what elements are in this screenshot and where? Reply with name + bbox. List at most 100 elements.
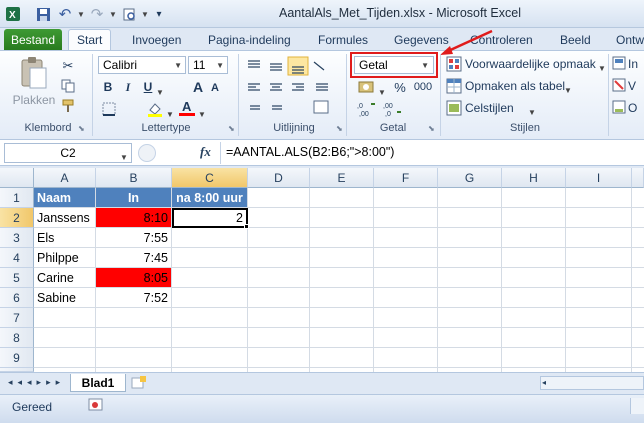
row-header-3[interactable]: 3 <box>0 228 34 248</box>
borders-icon[interactable] <box>100 100 118 118</box>
column-header-e[interactable]: E <box>310 168 374 188</box>
format-cells-icon[interactable] <box>612 100 626 114</box>
macro-record-icon[interactable] <box>88 398 104 412</box>
cell-b2[interactable]: 8:10 <box>96 208 172 228</box>
new-sheet-icon[interactable] <box>130 376 146 390</box>
chevron-down-icon[interactable]: ▼ <box>598 60 606 74</box>
conditional-formatting-icon[interactable] <box>446 56 462 72</box>
conditional-formatting-button[interactable]: Voorwaardelijke opmaak <box>465 56 596 72</box>
column-header-g[interactable]: G <box>438 168 502 188</box>
cell-b4[interactable]: 7:45 <box>96 248 172 268</box>
paste-button[interactable]: Plakken <box>12 93 56 107</box>
underline-button[interactable]: U <box>140 78 156 96</box>
row-header-7[interactable]: 7 <box>0 308 34 328</box>
insert-cells-icon[interactable] <box>612 56 626 70</box>
format-as-table-icon[interactable] <box>446 78 462 94</box>
chevron-down-icon[interactable]: ▼ <box>564 82 572 96</box>
dialog-launcher-icon[interactable]: ⬊ <box>228 124 235 133</box>
insert-cells-button[interactable]: In <box>628 56 638 72</box>
chevron-down-icon[interactable]: ▼ <box>156 84 164 98</box>
tab-design[interactable]: Ontw <box>608 29 644 50</box>
font-color-button[interactable]: A <box>178 98 196 118</box>
formula-bar-handle[interactable] <box>138 144 156 162</box>
increase-decimal-icon[interactable]: ,0,00 <box>356 100 378 118</box>
cell-a1[interactable]: Naam <box>34 188 96 208</box>
italic-button[interactable]: I <box>120 78 136 96</box>
decrease-decimal-icon[interactable]: ,00,0 <box>382 100 404 118</box>
fill-handle[interactable] <box>244 224 249 229</box>
chevron-down-icon[interactable]: ▼ <box>166 106 174 120</box>
format-cells-button[interactable]: O <box>628 100 637 116</box>
copy-icon[interactable] <box>60 78 76 94</box>
row-header-5[interactable]: 5 <box>0 268 34 288</box>
tab-insert[interactable]: Invoegen <box>124 29 189 50</box>
format-as-table-button[interactable]: Opmaken als tabel <box>465 78 565 94</box>
font-name-combo[interactable]: Calibri ▼ <box>98 56 186 74</box>
cell-styles-icon[interactable] <box>446 100 462 116</box>
percent-button[interactable]: % <box>392 78 408 96</box>
row-header-4[interactable]: 4 <box>0 248 34 268</box>
bold-button[interactable]: B <box>100 78 116 96</box>
sheet-nav-arrows-icon[interactable]: ◂◂◂▸▸▸ <box>8 377 65 388</box>
dialog-launcher-icon[interactable]: ⬊ <box>78 124 85 133</box>
cell-b5[interactable]: 8:05 <box>96 268 172 288</box>
column-header-j[interactable] <box>632 168 644 188</box>
column-header-c[interactable]: C <box>172 168 248 188</box>
cell-a5[interactable]: Carine <box>34 268 96 288</box>
column-header-h[interactable]: H <box>502 168 566 188</box>
save-icon[interactable] <box>34 5 52 23</box>
tab-start[interactable]: Start <box>68 29 112 50</box>
chevron-down-icon[interactable]: ▼ <box>120 149 128 163</box>
format-painter-icon[interactable] <box>60 98 76 114</box>
svg-text:,00: ,00 <box>383 103 393 110</box>
dialog-launcher-icon[interactable]: ⬊ <box>336 124 343 133</box>
sheet-tab-blad1[interactable]: Blad1 <box>70 374 126 392</box>
thousands-button[interactable]: 000 <box>412 78 434 96</box>
cell-c2-selected[interactable]: 2 <box>172 208 248 228</box>
dialog-launcher-icon[interactable]: ⬊ <box>428 124 435 133</box>
delete-cells-button[interactable]: V <box>628 78 636 94</box>
tab-file[interactable]: Bestand <box>4 29 62 50</box>
tab-view[interactable]: Beeld <box>552 29 599 50</box>
customize-qat-icon[interactable]: ▾ <box>150 5 168 23</box>
cell-b6[interactable]: 7:52 <box>96 288 172 308</box>
shrink-font-button[interactable]: A <box>208 80 222 96</box>
horizontal-scrollbar[interactable] <box>540 376 644 390</box>
chevron-down-icon[interactable]: ▼ <box>528 104 536 118</box>
column-header-a[interactable]: A <box>34 168 96 188</box>
select-all-button[interactable] <box>0 168 34 188</box>
chevron-down-icon[interactable]: ▼ <box>378 84 386 98</box>
cell-a2[interactable]: Janssens <box>34 208 96 228</box>
excel-logo-icon[interactable]: X <box>4 5 22 23</box>
grow-font-button[interactable]: A <box>190 78 206 96</box>
column-header-f[interactable]: F <box>374 168 438 188</box>
tab-formulas[interactable]: Formules <box>310 29 376 50</box>
chevron-down-icon[interactable]: ▼ <box>198 106 206 120</box>
row-header-2[interactable]: 2 <box>0 208 34 228</box>
paste-icon[interactable] <box>18 56 50 92</box>
font-size-combo[interactable]: 11 ▼ <box>188 56 228 74</box>
scroll-left-icon[interactable]: ◂ <box>542 378 546 387</box>
row-header-1[interactable]: 1 <box>0 188 34 208</box>
cell-a3[interactable]: Els <box>34 228 96 248</box>
tab-page-layout[interactable]: Pagina-indeling <box>200 29 299 50</box>
cell-b1[interactable]: In <box>96 188 172 208</box>
row-header-8[interactable]: 8 <box>0 328 34 348</box>
delete-cells-icon[interactable] <box>612 78 626 92</box>
row-header-9[interactable]: 9 <box>0 348 34 368</box>
cell-a4[interactable]: Philppe <box>34 248 96 268</box>
fill-color-icon[interactable] <box>146 100 164 118</box>
insert-function-button[interactable]: fx <box>200 144 211 160</box>
formula-input[interactable]: =AANTAL.ALS(B2:B6;">8:00") <box>226 145 394 159</box>
cell-b3[interactable]: 7:55 <box>96 228 172 248</box>
column-header-d[interactable]: D <box>248 168 310 188</box>
name-box[interactable]: C2 <box>4 143 132 163</box>
cell-a6[interactable]: Sabine <box>34 288 96 308</box>
column-header-i[interactable]: I <box>566 168 632 188</box>
cell-c1[interactable]: na 8:00 uur <box>172 188 248 208</box>
cell-styles-button[interactable]: Celstijlen <box>465 100 514 116</box>
column-header-b[interactable]: B <box>96 168 172 188</box>
row-header-6[interactable]: 6 <box>0 288 34 308</box>
accounting-format-icon[interactable] <box>356 78 378 96</box>
scissors-icon[interactable]: ✂ <box>60 58 76 74</box>
